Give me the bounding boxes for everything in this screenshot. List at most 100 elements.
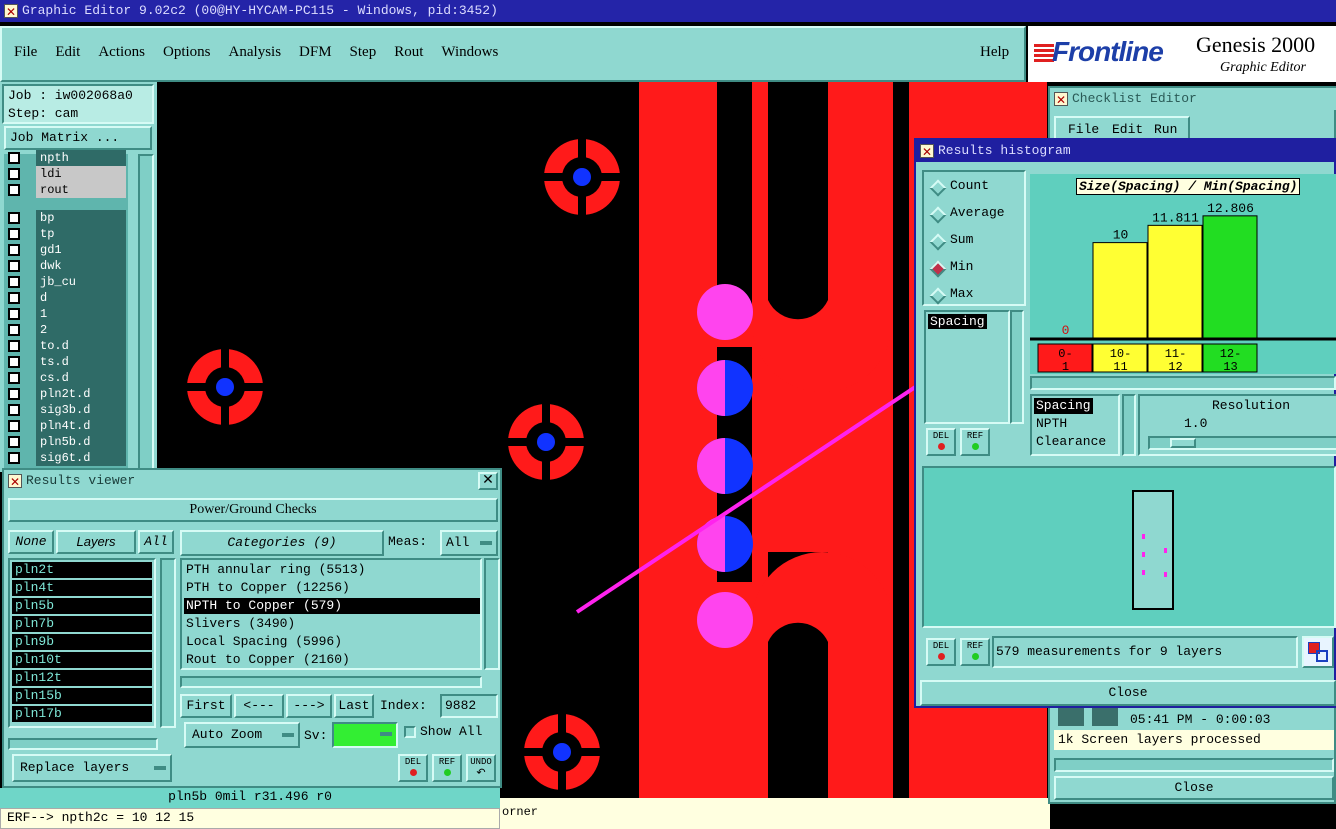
- job-matrix-button[interactable]: Job Matrix ...: [4, 126, 152, 150]
- del-button[interactable]: DEL: [398, 754, 428, 782]
- layer-name[interactable]: pln4t.d: [36, 418, 126, 434]
- mode-radio-count[interactable]: [929, 179, 947, 197]
- replace-layers-select[interactable]: Replace layers: [12, 754, 172, 782]
- category-item[interactable]: PTH annular ring (5513): [184, 562, 480, 578]
- layer-checkbox[interactable]: [8, 292, 20, 304]
- results-viewer-title-bar[interactable]: Results viewer: [4, 470, 500, 494]
- menu-dfm[interactable]: DFM: [299, 44, 332, 64]
- checklist-h-scrollbar[interactable]: [1054, 758, 1334, 772]
- checklist-menu-run[interactable]: Run: [1154, 122, 1177, 137]
- hist-ref-button[interactable]: REF: [960, 428, 990, 456]
- next-button[interactable]: --->: [286, 694, 332, 718]
- layer-name[interactable]: d: [36, 290, 126, 306]
- category-item[interactable]: Rout to Copper (2160): [184, 652, 480, 668]
- result-layer-item[interactable]: pln5b: [12, 598, 152, 614]
- layer-checkbox[interactable]: [8, 324, 20, 336]
- layer-row[interactable]: to.d: [4, 338, 128, 354]
- layer-checkbox[interactable]: [8, 152, 20, 164]
- layer-name[interactable]: cs.d: [36, 370, 126, 386]
- resolution-slider[interactable]: [1148, 436, 1336, 450]
- layer-checkbox[interactable]: [8, 356, 20, 368]
- layer-name[interactable]: npth: [36, 150, 126, 166]
- layer-row[interactable]: d: [4, 290, 128, 306]
- mode-radio-min[interactable]: [929, 260, 947, 278]
- layer-checkbox[interactable]: [8, 404, 20, 416]
- checklist-title-bar[interactable]: Checklist Editor: [1050, 88, 1336, 112]
- meas-select[interactable]: All: [440, 530, 498, 556]
- layer-row[interactable]: ts.d: [4, 354, 128, 370]
- layer-checkbox[interactable]: [8, 228, 20, 240]
- checklist-close-button[interactable]: Close: [1054, 776, 1334, 800]
- result-layer-item[interactable]: pln7b: [12, 616, 152, 632]
- result-layer-item[interactable]: pln9b: [12, 634, 152, 650]
- layer-name[interactable]: to.d: [36, 338, 126, 354]
- measure-list-selected[interactable]: Spacing: [928, 314, 987, 329]
- prev-button[interactable]: <---: [234, 694, 284, 718]
- layer-name[interactable]: ts.d: [36, 354, 126, 370]
- layer-list-scrollbar[interactable]: [138, 154, 154, 470]
- layer-row[interactable]: dwk: [4, 258, 128, 274]
- layer-name[interactable]: gd1: [36, 242, 126, 258]
- export-icon[interactable]: [1302, 636, 1334, 668]
- checklist-icon-b[interactable]: [1092, 706, 1118, 726]
- menu-windows[interactable]: Windows: [441, 44, 498, 64]
- measure-type-item[interactable]: Spacing: [1034, 398, 1093, 414]
- index-input[interactable]: 9882: [440, 694, 498, 718]
- layers-h-scrollbar[interactable]: [8, 738, 158, 750]
- measure-type-item[interactable]: Clearance: [1034, 434, 1108, 450]
- menu-file[interactable]: File: [14, 44, 37, 64]
- layer-name[interactable]: rout: [36, 182, 126, 198]
- layer-row[interactable]: rout: [4, 182, 128, 198]
- layer-checkbox[interactable]: [8, 244, 20, 256]
- layer-checkbox[interactable]: [8, 452, 20, 464]
- layers-scrollbar[interactable]: [160, 558, 176, 728]
- measure-type-scrollbar[interactable]: [1122, 394, 1136, 456]
- preview-del-button[interactable]: DEL: [926, 638, 956, 666]
- layer-checkbox[interactable]: [8, 260, 20, 272]
- menu-actions[interactable]: Actions: [98, 44, 145, 64]
- auto-zoom-select[interactable]: Auto Zoom: [184, 722, 300, 748]
- category-item[interactable]: Local Spacing (5996): [184, 634, 480, 650]
- window-menu-icon[interactable]: [920, 142, 934, 164]
- mode-radio-max[interactable]: [929, 287, 947, 305]
- show-all-checkbox[interactable]: [404, 726, 416, 738]
- mode-radio-sum[interactable]: [929, 233, 947, 251]
- layer-name[interactable]: pln2t.d: [36, 386, 126, 402]
- layer-checkbox[interactable]: [8, 308, 20, 320]
- category-item[interactable]: Slivers (3490): [184, 616, 480, 632]
- menu-rout[interactable]: Rout: [394, 44, 423, 64]
- layer-row[interactable]: 2: [4, 322, 128, 338]
- window-menu-icon[interactable]: [8, 472, 22, 494]
- measure-type-item[interactable]: NPTH: [1034, 416, 1069, 432]
- layer-checkbox[interactable]: [8, 372, 20, 384]
- layer-checkbox[interactable]: [8, 388, 20, 400]
- layer-checkbox[interactable]: [8, 212, 20, 224]
- result-layer-item[interactable]: pln4t: [12, 580, 152, 596]
- layer-row[interactable]: pln5b.d: [4, 434, 128, 450]
- layer-row[interactable]: tp: [4, 226, 128, 242]
- layer-row[interactable]: cs.d: [4, 370, 128, 386]
- result-layer-item[interactable]: pln12t: [12, 670, 152, 686]
- preview-ref-button[interactable]: REF: [960, 638, 990, 666]
- menu-step[interactable]: Step: [350, 44, 377, 64]
- layer-name[interactable]: bp: [36, 210, 126, 226]
- layer-checkbox[interactable]: [8, 168, 20, 180]
- hist-del-button[interactable]: DEL: [926, 428, 956, 456]
- layer-row[interactable]: npth: [4, 150, 128, 166]
- layer-checkbox[interactable]: [8, 184, 20, 196]
- layer-name[interactable]: sig3b.d: [36, 402, 126, 418]
- layer-name[interactable]: 1: [36, 306, 126, 322]
- window-menu-icon[interactable]: [4, 2, 18, 24]
- last-button[interactable]: Last: [334, 694, 374, 718]
- categories-h-scrollbar[interactable]: [180, 676, 482, 688]
- layer-row[interactable]: ldi: [4, 166, 128, 182]
- ref-button[interactable]: REF: [432, 754, 462, 782]
- layer-row[interactable]: pln4t.d: [4, 418, 128, 434]
- menu-help[interactable]: Help: [980, 44, 1009, 61]
- all-button[interactable]: All: [138, 530, 174, 554]
- chart-h-scrollbar[interactable]: [1030, 376, 1336, 390]
- layer-name[interactable]: dwk: [36, 258, 126, 274]
- menu-analysis[interactable]: Analysis: [229, 44, 282, 64]
- result-layer-item[interactable]: pln17b: [12, 706, 152, 722]
- category-item[interactable]: PTH to Copper (12256): [184, 580, 480, 596]
